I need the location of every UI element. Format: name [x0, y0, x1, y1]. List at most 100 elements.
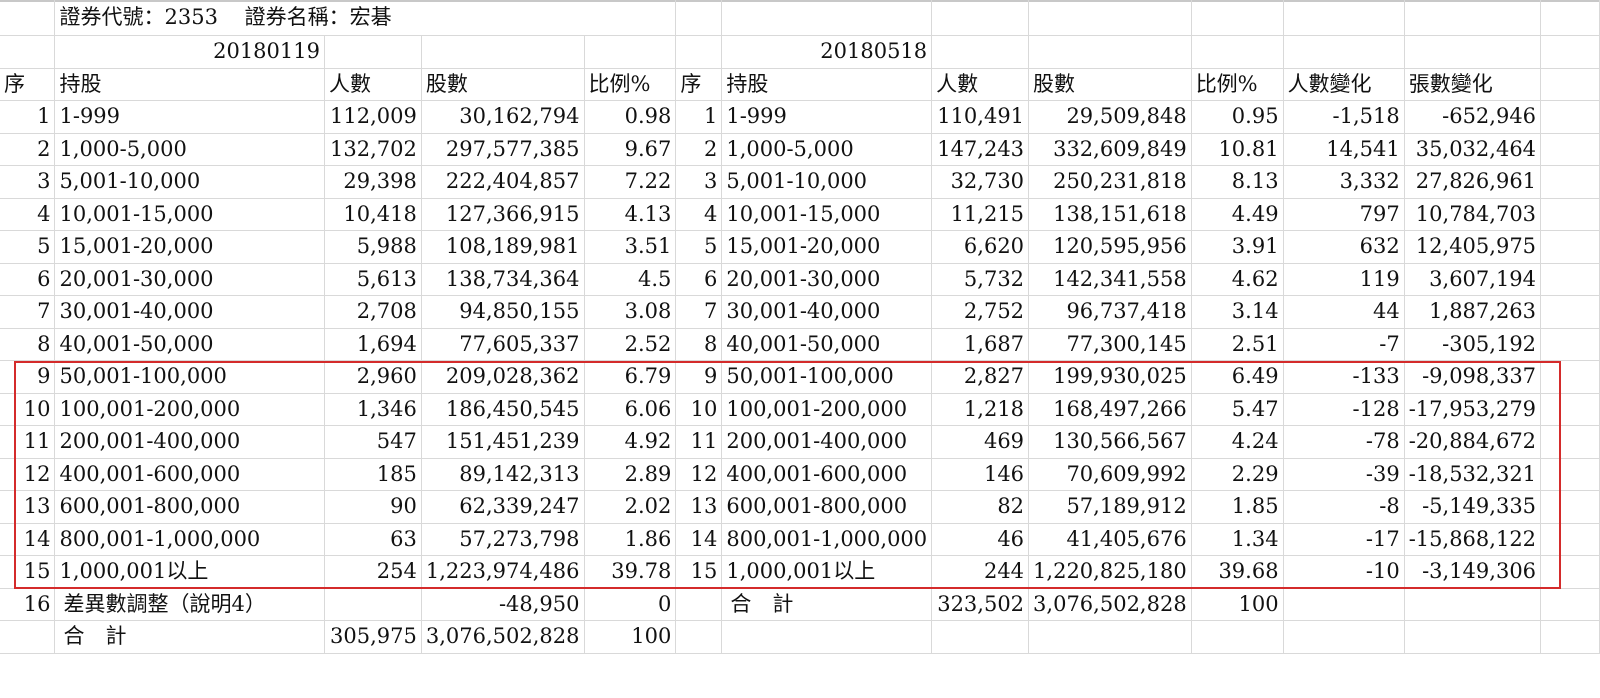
table-cell[interactable]: 5	[675, 230, 723, 264]
table-cell[interactable]: 209,028,362	[421, 360, 585, 394]
table-cell[interactable]: 4.13	[584, 198, 677, 231]
table-cell[interactable]: 2.51	[1191, 328, 1284, 361]
table-cell[interactable]: -128	[1283, 393, 1405, 426]
table-cell[interactable]: 4.24	[1191, 425, 1284, 459]
cell[interactable]	[931, 35, 1030, 69]
table-cell[interactable]: 9	[0, 360, 56, 394]
table-cell[interactable]: 29,509,848	[1028, 100, 1192, 134]
table-cell[interactable]: 1,694	[324, 328, 422, 361]
table-cell[interactable]: 6	[675, 263, 723, 296]
table-cell[interactable]	[1404, 588, 1542, 621]
table-cell[interactable]: 77,605,337	[421, 328, 585, 361]
table-cell[interactable]: 1-999	[54, 100, 325, 134]
table-cell[interactable]: 2,827	[931, 360, 1030, 394]
table-cell[interactable]: 100	[584, 620, 677, 654]
table-cell[interactable]: 13	[0, 490, 56, 524]
table-cell[interactable]: 14	[0, 523, 56, 556]
table-cell[interactable]: 6.79	[584, 360, 677, 394]
table-cell[interactable]: 30,001-40,000	[721, 295, 933, 329]
column-header[interactable]: 股數	[1028, 68, 1192, 101]
table-cell[interactable]: 254	[324, 555, 422, 589]
table-cell[interactable]: 1,218	[931, 393, 1030, 426]
table-cell[interactable]: 2.02	[584, 490, 677, 524]
table-cell[interactable]: 9.67	[584, 133, 677, 166]
table-cell[interactable]: 7	[0, 295, 56, 329]
table-cell[interactable]: 39.78	[584, 555, 677, 589]
table-cell[interactable]: -18,532,321	[1404, 458, 1542, 491]
table-cell[interactable]: 0	[584, 588, 677, 621]
table-cell[interactable]: 8	[675, 328, 723, 361]
table-cell[interactable]: 297,577,385	[421, 133, 585, 166]
table-cell[interactable]: 1.34	[1191, 523, 1284, 556]
table-cell[interactable]: 112,009	[324, 100, 422, 134]
table-cell[interactable]: 41,405,676	[1028, 523, 1192, 556]
table-cell[interactable]: 100,001-200,000	[54, 393, 325, 426]
stock-info-cell[interactable]: 證券代號：2353 證券名稱：宏碁	[54, 0, 677, 36]
table-cell[interactable]: 5,732	[931, 263, 1030, 296]
table-cell[interactable]: -8	[1283, 490, 1405, 524]
table-cell[interactable]: -15,868,122	[1404, 523, 1542, 556]
table-cell[interactable]: 14	[675, 523, 723, 556]
table-cell[interactable]	[324, 588, 422, 621]
cell[interactable]	[1540, 35, 1600, 69]
table-cell[interactable]: -17	[1283, 523, 1405, 556]
cell[interactable]	[931, 0, 1030, 36]
table-cell[interactable]: 108,189,981	[421, 230, 585, 264]
table-cell[interactable]: 5,001-10,000	[54, 165, 325, 199]
table-cell[interactable]: 547	[324, 425, 422, 459]
table-cell[interactable]: -10	[1283, 555, 1405, 589]
cell[interactable]	[1540, 393, 1600, 426]
table-cell[interactable]: 130,566,567	[1028, 425, 1192, 459]
table-cell[interactable]: 50,001-100,000	[54, 360, 325, 394]
table-cell[interactable]: 44	[1283, 295, 1405, 329]
table-cell[interactable]: -133	[1283, 360, 1405, 394]
table-cell[interactable]: 1.86	[584, 523, 677, 556]
table-cell[interactable]: 合 計	[721, 588, 933, 621]
table-cell[interactable]: -78	[1283, 425, 1405, 459]
table-cell[interactable]: 63	[324, 523, 422, 556]
table-cell[interactable]: 2.29	[1191, 458, 1284, 491]
table-cell[interactable]: 1,000-5,000	[54, 133, 325, 166]
table-cell[interactable]: 96,737,418	[1028, 295, 1192, 329]
table-cell[interactable]: 9	[675, 360, 723, 394]
table-cell[interactable]: 127,366,915	[421, 198, 585, 231]
cell[interactable]	[1540, 198, 1600, 231]
table-cell[interactable]: -48,950	[421, 588, 585, 621]
cell[interactable]	[1540, 263, 1600, 296]
table-cell[interactable]: 15	[675, 555, 723, 589]
cell[interactable]	[1404, 35, 1542, 69]
table-cell[interactable]: 3.51	[584, 230, 677, 264]
table-cell[interactable]: 600,001-800,000	[721, 490, 933, 524]
table-cell[interactable]: 1	[675, 100, 723, 134]
table-cell[interactable]: 10.81	[1191, 133, 1284, 166]
table-cell[interactable]: 40,001-50,000	[721, 328, 933, 361]
table-cell[interactable]: 1,887,263	[1404, 295, 1542, 329]
cell[interactable]	[1540, 328, 1600, 361]
cell[interactable]	[1540, 0, 1600, 36]
table-cell[interactable]: -20,884,672	[1404, 425, 1542, 459]
cell[interactable]	[1540, 588, 1600, 621]
table-cell[interactable]: 50,001-100,000	[721, 360, 933, 394]
table-cell[interactable]: 3,607,194	[1404, 263, 1542, 296]
table-cell[interactable]: 57,189,912	[1028, 490, 1192, 524]
table-cell[interactable]: -39	[1283, 458, 1405, 491]
cell[interactable]	[675, 35, 723, 69]
column-header[interactable]: 序	[0, 68, 56, 101]
table-cell[interactable]: 3.08	[584, 295, 677, 329]
table-cell[interactable]: 6	[0, 263, 56, 296]
table-cell[interactable]: -1,518	[1283, 100, 1405, 134]
table-cell[interactable]: 3.91	[1191, 230, 1284, 264]
table-cell[interactable]: 800,001-1,000,000	[721, 523, 933, 556]
table-cell[interactable]: 20,001-30,000	[54, 263, 325, 296]
table-cell[interactable]: 11,215	[931, 198, 1030, 231]
table-cell[interactable]: 1	[0, 100, 56, 134]
table-cell[interactable]: 2,960	[324, 360, 422, 394]
table-cell[interactable]: 6.06	[584, 393, 677, 426]
table-cell[interactable]: 30,001-40,000	[54, 295, 325, 329]
table-cell[interactable]: 10,418	[324, 198, 422, 231]
table-cell[interactable]: -305,192	[1404, 328, 1542, 361]
table-cell[interactable]: 400,001-600,000	[54, 458, 325, 491]
table-cell[interactable]: 250,231,818	[1028, 165, 1192, 199]
table-cell[interactable]: 7	[675, 295, 723, 329]
table-cell[interactable]: -3,149,306	[1404, 555, 1542, 589]
